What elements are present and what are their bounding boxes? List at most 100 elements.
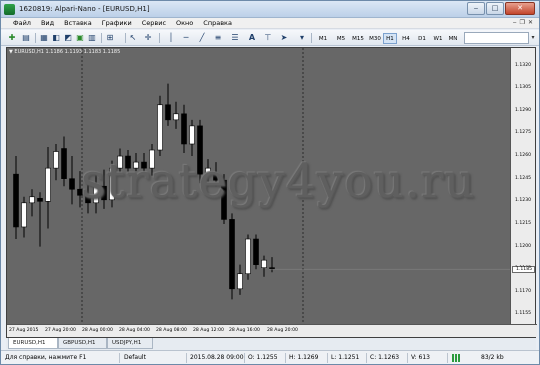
menu-bar: Файл Вид Вставка Графики Сервис Окно Спр…: [1, 18, 539, 29]
candle: [45, 147, 51, 229]
market-watch-icon[interactable]: ▦: [39, 33, 49, 43]
timeframe-m5[interactable]: M5: [334, 33, 348, 44]
data-window-icon[interactable]: ◧: [51, 33, 61, 43]
bull-candle-body: [261, 259, 267, 268]
timeframe-w1[interactable]: W1: [431, 33, 445, 44]
candle: [173, 101, 179, 129]
terminal-icon[interactable]: ▣: [75, 33, 85, 43]
vertical-line-icon[interactable]: │: [166, 33, 176, 43]
tab-usdjpy-h1[interactable]: USDJPY,H1: [107, 338, 153, 349]
status-low: L: 1.1251: [331, 354, 360, 361]
bull-candle-body: [21, 202, 27, 228]
new-order-icon[interactable]: ⊞: [105, 33, 115, 43]
time-tick-label: 27 Aug 20:00: [45, 328, 76, 333]
menu-help[interactable]: Справка: [203, 19, 232, 27]
price-tick-label: 1.1170: [515, 288, 532, 294]
candle: [157, 95, 163, 157]
bull-candle-body: [173, 113, 179, 121]
price-tick-label: 1.1200: [515, 243, 532, 249]
menu-insert[interactable]: Вставка: [64, 19, 92, 27]
toolbar: ✚ ▤ ▦ ◧ ◩ ▣ ▥ ⊞ ↖ ✛ │ ─ ╱ ≡ ☰ A ⊤ ➤ ▾ M1…: [1, 30, 539, 46]
timeframe-mn[interactable]: MN: [446, 33, 460, 44]
text-label-icon[interactable]: A: [247, 33, 257, 43]
navigator-icon[interactable]: ◩: [63, 33, 73, 43]
status-bar: Для справки, нажмите F1 Default 2015.08.…: [1, 350, 539, 364]
time-tick-label: 28 Aug 00:00: [82, 328, 113, 333]
time-tick-label: 28 Aug 20:00: [267, 328, 298, 333]
candle: [181, 104, 187, 154]
trendline-icon[interactable]: ╱: [197, 33, 207, 43]
bear-candle-body: [37, 197, 43, 202]
bear-candle-body: [61, 148, 67, 179]
price-axis[interactable]: 1.1320 1.1305 1.1290 1.1275 1.1260 1.1245 1.12…: [510, 48, 535, 324]
bull-candle-body: [237, 273, 243, 290]
bull-candle-body: [245, 238, 251, 275]
chart-close-button[interactable]: ✕: [528, 19, 533, 26]
close-button[interactable]: ✕: [505, 2, 535, 15]
timeframe-h1[interactable]: H1: [383, 33, 397, 44]
tab-eurusd-h1[interactable]: EURUSD,H1: [8, 338, 58, 349]
chart-area[interactable]: ▼ EURUSD,H1 1.1186 1.1193 1.1183 1.1185 …: [6, 47, 537, 338]
bear-candle-body: [181, 113, 187, 145]
timeframe-d1[interactable]: D1: [415, 33, 429, 44]
candle: [229, 213, 235, 300]
candle: [253, 234, 259, 270]
window-controls: ‒ □ ✕: [467, 2, 535, 15]
candle: [37, 192, 43, 247]
price-tick-label: 1.1290: [515, 107, 532, 113]
search-dropdown-icon[interactable]: ▾: [529, 32, 537, 44]
menu-charts[interactable]: Графики: [102, 19, 132, 27]
time-axis[interactable]: 27 Aug 2015 27 Aug 20:00 28 Aug 00:00 28 Au…: [7, 324, 537, 337]
cursor-icon[interactable]: ↖: [128, 33, 138, 43]
strategy-tester-icon[interactable]: ▥: [87, 33, 97, 43]
timeframe-m1[interactable]: M1: [316, 33, 330, 44]
title-bar[interactable]: 1620819: Alpari-Nano - [EURUSD,H1] ‒ □ ✕: [1, 1, 539, 18]
minimize-button[interactable]: ‒: [467, 2, 485, 15]
candle: [53, 143, 59, 181]
search-input[interactable]: [464, 32, 529, 44]
candle: [261, 255, 267, 277]
menu-window[interactable]: Окно: [176, 19, 193, 27]
timeframe-m15[interactable]: M15: [350, 33, 366, 44]
time-tick-label: 27 Aug 2015: [9, 328, 39, 333]
timeframe-h4[interactable]: H4: [399, 33, 413, 44]
time-tick-label: 28 Aug 04:00: [119, 328, 150, 333]
maximize-button[interactable]: □: [486, 2, 504, 15]
connection-status-icon[interactable]: [452, 354, 460, 362]
timeframe-m30[interactable]: M30: [367, 33, 383, 44]
profiles-icon[interactable]: ▤: [21, 33, 31, 43]
arrows-icon[interactable]: ➤: [279, 33, 289, 43]
price-tick-label: 1.1305: [515, 85, 532, 91]
price-tick-label: 1.1245: [515, 175, 532, 181]
text-tool-icon[interactable]: ⊤: [263, 33, 273, 43]
chart-minimize-button[interactable]: ‒: [513, 19, 517, 26]
horizontal-line-icon[interactable]: ─: [181, 33, 191, 43]
watermark: strategy4you.ru: [81, 154, 476, 209]
price-tick-label: 1.1275: [515, 130, 532, 136]
candle: [189, 119, 195, 157]
menu-tools[interactable]: Сервис: [142, 19, 166, 27]
crosshair-icon[interactable]: ✛: [143, 33, 153, 43]
menu-file[interactable]: Файл: [13, 19, 31, 27]
candle: [61, 136, 67, 187]
time-tick-label: 28 Aug 16:00: [229, 328, 260, 333]
bear-candle-body: [69, 178, 75, 190]
chart-restore-button[interactable]: ❐: [520, 19, 525, 26]
bear-candle-body: [253, 238, 259, 265]
channel-icon[interactable]: ≡: [213, 33, 223, 43]
price-tick-label: 1.1230: [515, 198, 532, 204]
bull-candle-body: [189, 125, 195, 145]
time-tick-label: 28 Aug 08:00: [156, 328, 187, 333]
status-open: O: 1.1255: [248, 354, 278, 361]
chart-tabs: EURUSD,H1 GBPUSD,H1 USDJPY,H1: [6, 338, 536, 350]
menu-view[interactable]: Вид: [41, 19, 54, 27]
candle: [69, 156, 75, 205]
fibonacci-icon[interactable]: ☰: [230, 33, 240, 43]
candle: [29, 189, 35, 217]
bull-candle-body: [157, 104, 163, 151]
window-title: 1620819: Alpari-Nano - [EURUSD,H1]: [19, 5, 150, 13]
app-logo-icon: [4, 4, 15, 15]
new-chart-icon[interactable]: ✚: [5, 33, 19, 43]
dropdown-arrow-icon[interactable]: ▾: [297, 33, 307, 43]
tab-gbpusd-h1[interactable]: GBPUSD,H1: [58, 338, 107, 349]
